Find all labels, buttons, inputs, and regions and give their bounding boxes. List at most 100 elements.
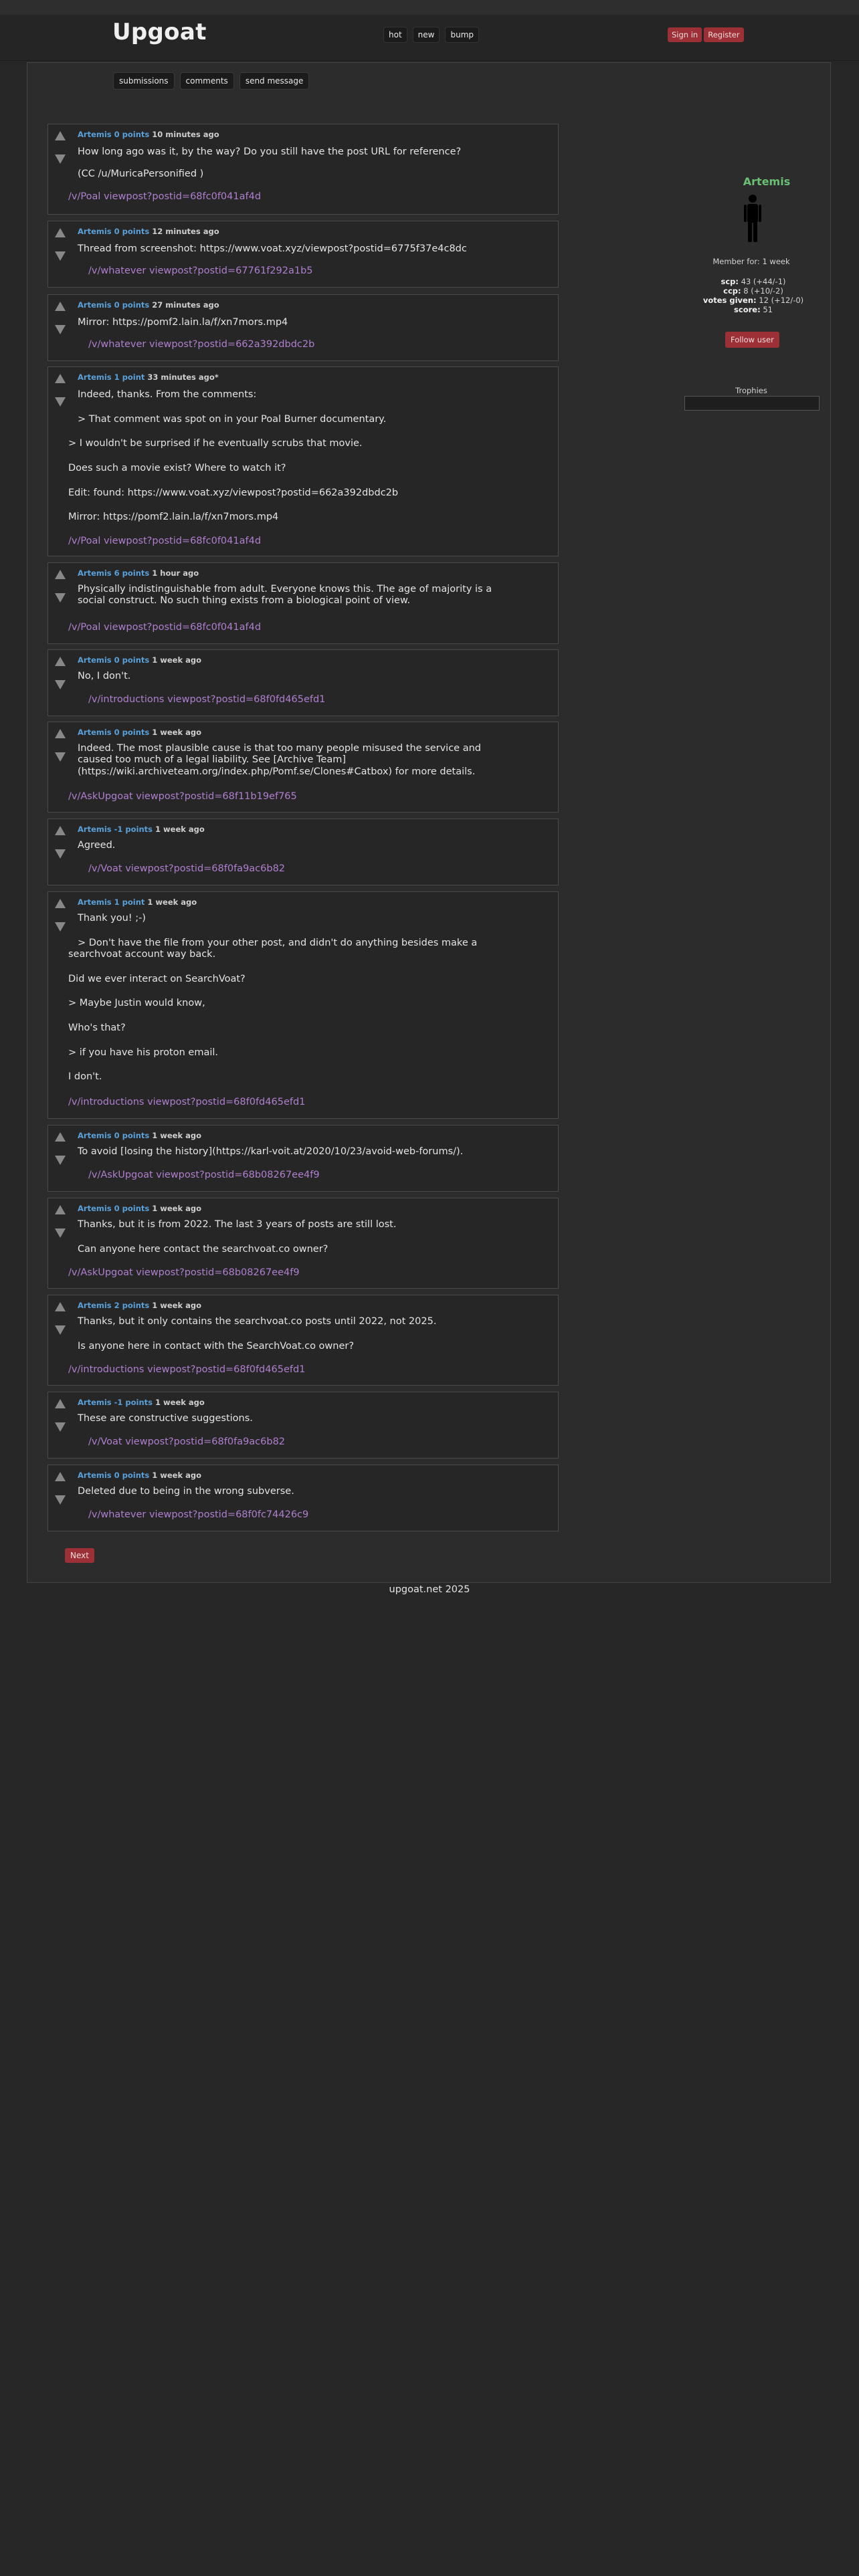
upvote-icon[interactable]	[55, 1472, 66, 1481]
comment-time: 1 hour ago	[152, 568, 199, 578]
nav-bump[interactable]: bump	[445, 27, 479, 43]
comment-author[interactable]: Artemis	[78, 1398, 112, 1407]
comment-time: 1 week ago	[152, 1204, 202, 1213]
comment-text-line: How long ago was it, by the way? Do you …	[78, 146, 462, 157]
comment-post-link[interactable]: /v/introductions viewpost?postid=68f0fd4…	[68, 1364, 305, 1375]
downvote-icon[interactable]	[55, 325, 66, 334]
comment-author[interactable]: Artemis	[78, 1131, 112, 1140]
comment-text-line: > That comment was spot on in your Poal …	[78, 414, 387, 425]
comment-post-link[interactable]: /v/whatever viewpost?postid=67761f292a1b…	[88, 265, 313, 276]
comment-time: 27 minutes ago	[152, 300, 219, 310]
comment-text-line: Indeed. The most plausible cause is that…	[78, 743, 481, 754]
comment-author[interactable]: Artemis	[78, 1204, 112, 1213]
downvote-icon[interactable]	[55, 593, 66, 603]
next-page-button[interactable]: Next	[65, 1548, 94, 1563]
comment-text-line: Thanks, but it is from 2022. The last 3 …	[78, 1219, 397, 1230]
upvote-icon[interactable]	[55, 1132, 66, 1142]
comment-author[interactable]: Artemis	[78, 1301, 112, 1310]
comment-post-link[interactable]: /v/AskUpgoat viewpost?postid=68b08267ee4…	[88, 1170, 320, 1180]
profile-container: submissions comments send message Artemi…	[27, 62, 831, 1583]
comment-author[interactable]: Artemis	[78, 372, 112, 382]
comment-text-line: Thank you! ;-)	[78, 913, 146, 924]
comment-author[interactable]: Artemis	[78, 300, 112, 310]
comment-post-link[interactable]: /v/Poal viewpost?postid=68fc0f041af4d	[68, 191, 261, 202]
comment-meta: Artemis 0 points 1 week ago	[78, 1471, 201, 1480]
comment-meta: Artemis 2 points 1 week ago	[78, 1301, 201, 1310]
upvote-icon[interactable]	[55, 657, 66, 666]
upvote-icon[interactable]	[55, 729, 66, 738]
downvote-icon[interactable]	[55, 1422, 66, 1432]
downvote-icon[interactable]	[55, 680, 66, 689]
comment-post-link[interactable]: /v/AskUpgoat viewpost?postid=68f11b19ef7…	[68, 791, 297, 802]
site-logo[interactable]: Upgoat	[112, 19, 207, 45]
main-nav: hot new bump	[383, 27, 479, 43]
comment-post-link[interactable]: /v/Voat viewpost?postid=68f0fa9ac6b82	[88, 863, 285, 874]
downvote-icon[interactable]	[55, 922, 66, 932]
comment-author[interactable]: Artemis	[78, 568, 112, 578]
comment-post-link[interactable]: /v/whatever viewpost?postid=662a392dbdc2…	[88, 339, 314, 350]
comment-author[interactable]: Artemis	[78, 1471, 112, 1480]
upvote-icon[interactable]	[55, 826, 66, 835]
follow-user-button[interactable]: Follow user	[725, 332, 779, 348]
comment-post-link[interactable]: /v/introductions viewpost?postid=68f0fd4…	[88, 694, 325, 705]
upvote-icon[interactable]	[55, 131, 66, 140]
comment-post-link[interactable]: /v/Voat viewpost?postid=68f0fa9ac6b82	[88, 1436, 285, 1447]
downvote-icon[interactable]	[55, 1325, 66, 1335]
comment-meta: Artemis 0 points 1 week ago	[78, 655, 201, 665]
comment-text-line: Does such a movie exist? Where to watch …	[68, 463, 286, 473]
upvote-icon[interactable]	[55, 1205, 66, 1214]
nav-hot[interactable]: hot	[383, 27, 407, 43]
downvote-icon[interactable]	[55, 397, 66, 407]
comment-author[interactable]: Artemis	[78, 825, 112, 834]
upvote-icon[interactable]	[55, 302, 66, 311]
comment-time: 10 minutes ago	[152, 130, 219, 139]
upvote-icon[interactable]	[55, 1302, 66, 1311]
downvote-icon[interactable]	[55, 251, 66, 261]
comment-author[interactable]: Artemis	[78, 130, 112, 139]
tab-comments[interactable]: comments	[179, 72, 234, 90]
comment-points: 1 point	[114, 372, 145, 382]
comment-text-line: Indeed, thanks. From the comments:	[78, 389, 257, 400]
comment-points: 0 points	[114, 300, 150, 310]
comment-points: 0 points	[114, 227, 150, 236]
comment-post-link[interactable]: /v/AskUpgoat viewpost?postid=68b08267ee4…	[68, 1267, 300, 1278]
comment-author[interactable]: Artemis	[78, 897, 112, 907]
sign-in-button[interactable]: Sign in	[668, 27, 702, 42]
comment-post-link[interactable]: /v/introductions viewpost?postid=68f0fd4…	[68, 1097, 305, 1107]
upvote-icon[interactable]	[55, 1399, 66, 1408]
register-button[interactable]: Register	[704, 27, 744, 42]
comment-post-link[interactable]: /v/Poal viewpost?postid=68fc0f041af4d	[68, 536, 261, 546]
downvote-icon[interactable]	[55, 154, 66, 164]
comment-points: 0 points	[114, 728, 150, 737]
comment-author[interactable]: Artemis	[78, 227, 112, 236]
comment-text-line: Is anyone here in contact with the Searc…	[78, 1341, 355, 1352]
downvote-icon[interactable]	[55, 1495, 66, 1505]
upvote-icon[interactable]	[55, 374, 66, 383]
tab-submissions[interactable]: submissions	[113, 72, 175, 90]
comment-time: 1 week ago	[155, 825, 205, 834]
auth-buttons: Sign in Register	[668, 27, 744, 42]
upvote-icon[interactable]	[55, 899, 66, 908]
upvote-icon[interactable]	[55, 228, 66, 237]
vote-controls	[55, 1399, 68, 1432]
comment-points: 0 points	[114, 130, 150, 139]
downvote-icon[interactable]	[55, 1156, 66, 1165]
comment-time: 1 week ago	[152, 1131, 202, 1140]
downvote-icon[interactable]	[55, 849, 66, 859]
comment-text-line: No, I don't.	[78, 671, 131, 681]
comment-time: 1 week ago	[152, 655, 202, 665]
comment-text-line: searchvoat account way back.	[68, 949, 216, 960]
downvote-icon[interactable]	[55, 1228, 66, 1238]
comment-author[interactable]: Artemis	[78, 728, 112, 737]
comment-post-link[interactable]: /v/Poal viewpost?postid=68fc0f041af4d	[68, 622, 261, 633]
upvote-icon[interactable]	[55, 570, 66, 579]
vote-controls	[55, 570, 68, 603]
profile-subnav: submissions comments send message	[113, 72, 310, 90]
send-message-button[interactable]: send message	[239, 72, 310, 90]
comment-card: Artemis -1 points 1 week ago Agreed. /v/Voat…	[47, 819, 559, 885]
comment-author[interactable]: Artemis	[78, 655, 112, 665]
downvote-icon[interactable]	[55, 752, 66, 762]
vote-controls	[55, 302, 68, 334]
nav-new[interactable]: new	[412, 27, 440, 43]
comment-post-link[interactable]: /v/whatever viewpost?postid=68f0fc74426c…	[88, 1509, 308, 1520]
